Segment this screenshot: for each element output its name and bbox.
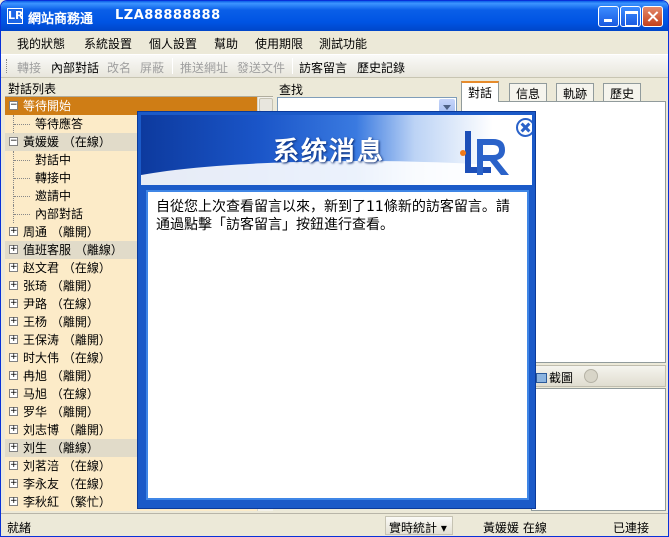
user-status: 黃媛媛 在線 (483, 521, 547, 535)
collapse-icon[interactable]: − (9, 101, 18, 110)
tree-item-label: 轉接中 (35, 171, 72, 185)
system-message-dialog: 系统消息 自從您上次查看留言以來，新到了11條新的訪客留言。請通過點擊「訪客留言… (137, 111, 536, 509)
app-logo-icon: LR (7, 8, 24, 24)
dialog-message: 自從您上次查看留言以來，新到了11條新的訪客留言。請通過點擊「訪客留言」按鈕進行… (146, 190, 529, 500)
account-id: LZA88888888 (115, 8, 221, 23)
app-window: LR 網站商務通 LZA88888888 我的狀態 系統設置 個人設置 幫助 使… (0, 0, 669, 537)
tree-item-label: 王杨 （離開） (23, 315, 99, 329)
menu-system-settings[interactable]: 系統設置 (84, 35, 132, 52)
search-label: 查找 (279, 83, 304, 97)
main-toolbar: 轉接 內部對話 改名 屏蔽 推送網址 發送文件 訪客留言 歷史記錄 (1, 54, 668, 78)
expand-icon[interactable]: + (9, 479, 18, 488)
expand-icon[interactable]: + (9, 461, 18, 470)
tree-connector (14, 214, 30, 215)
tree-item-label: 刘生 （離線） (23, 441, 99, 455)
expand-icon[interactable]: + (9, 497, 18, 506)
realtime-stats-dropdown[interactable]: 實時統計 ▾ (385, 516, 453, 535)
message-input[interactable] (531, 388, 666, 511)
maximize-button[interactable] (620, 6, 641, 27)
tree-item-label: 邀請中 (35, 189, 72, 203)
expand-icon[interactable]: + (9, 407, 18, 416)
menu-test-features[interactable]: 測試功能 (319, 35, 367, 52)
connection-status: 已連接 (613, 521, 650, 535)
expand-icon[interactable]: + (9, 425, 18, 434)
tree-item-label: 马旭 （在線） (23, 387, 99, 401)
detail-tabs: 對話 信息 軌跡 歷史 (461, 81, 666, 102)
expand-icon[interactable]: + (9, 371, 18, 380)
tree-item-label: 时大伟 （在線） (23, 351, 111, 365)
dialog-banner: 系统消息 (141, 115, 532, 185)
rename-button[interactable]: 改名 (107, 59, 131, 76)
tree-connector (14, 178, 30, 179)
tree-connector (14, 196, 30, 197)
toolbar-grip[interactable] (6, 59, 9, 73)
tab-history[interactable]: 歷史 (603, 83, 642, 101)
tree-item-label: 等待開始 (23, 99, 72, 113)
tree-item-label: 冉旭 （離開） (23, 369, 99, 383)
minimize-button[interactable] (598, 6, 619, 27)
expand-icon[interactable]: + (9, 443, 18, 452)
tree-item-label: 周通 （離開） (23, 225, 99, 239)
lr-logo-icon (460, 131, 509, 175)
tree-item-label: 李永友 （在線） (23, 477, 111, 491)
status-bar: 就緒 實時統計 ▾ 黃媛媛 在線 已連接 (1, 513, 668, 536)
tree-item-label: 罗华 （離開） (23, 405, 99, 419)
tree-item-label: 值班客服 （離線） (23, 243, 123, 257)
expand-icon[interactable]: + (9, 299, 18, 308)
screenshot-button[interactable]: 截圖 (536, 369, 573, 386)
tree-item-label: 张琦 （離開） (23, 279, 99, 293)
menu-bar: 我的狀態 系統設置 個人設置 幫助 使用期限 測試功能 (1, 31, 668, 53)
expand-icon[interactable]: + (9, 317, 18, 326)
dialog-title: 系统消息 (273, 137, 386, 167)
tab-trace[interactable]: 軌跡 (556, 83, 595, 101)
tree-item-label: 內部對話 (35, 207, 84, 221)
expand-icon[interactable]: + (9, 263, 18, 272)
dialog-close-button[interactable] (516, 118, 532, 137)
tree-item-label: 王保涛 （離開） (23, 333, 111, 347)
tree-item-label: 李秋紅 （繁忙） (23, 495, 111, 509)
toolbar-separator (292, 58, 293, 74)
menu-usage-period[interactable]: 使用期限 (255, 35, 303, 52)
expand-icon[interactable]: + (9, 245, 18, 254)
screenshot-label: 截圖 (549, 371, 574, 385)
visitor-messages-button[interactable]: 訪客留言 (299, 59, 347, 76)
close-window-button[interactable] (642, 6, 663, 27)
tree-item-label: 赵文君 （在線） (23, 261, 111, 275)
expand-icon[interactable]: + (9, 335, 18, 344)
tree-connector (14, 124, 30, 125)
tree-item-label: 尹路 （在線） (23, 297, 99, 311)
block-button[interactable]: 屏蔽 (140, 59, 164, 76)
conversation-list-header: 對話列表 (5, 80, 273, 97)
toolbar-separator (172, 58, 173, 74)
expand-icon[interactable]: + (9, 389, 18, 398)
status-ready: 就緒 (7, 521, 32, 535)
tree-item-label: 刘志博 （離開） (23, 423, 111, 437)
input-toolbar: 截圖 (531, 365, 666, 387)
title-bar[interactable]: LR 網站商務通 LZA88888888 (1, 1, 668, 31)
send-file-button[interactable]: 發送文件 (237, 59, 285, 76)
tab-conversation[interactable]: 對話 (461, 81, 500, 102)
menu-personal-settings[interactable]: 個人設置 (149, 35, 197, 52)
collapse-icon[interactable]: − (9, 137, 18, 146)
transfer-button[interactable]: 轉接 (17, 59, 41, 76)
tree-item-label: 黃媛媛 （在線） (23, 135, 111, 149)
push-url-button[interactable]: 推送網址 (180, 59, 228, 76)
tree-item-label: 等待應答 (35, 117, 84, 131)
scroll-up-button[interactable] (259, 98, 273, 112)
expand-icon[interactable]: + (9, 353, 18, 362)
window-title: 網站商務通 (28, 12, 94, 27)
stats-dropdown-label: 實時統計 (389, 521, 438, 535)
tab-info[interactable]: 信息 (509, 83, 548, 101)
screenshot-icon (536, 373, 547, 383)
tree-item-label: 對話中 (35, 153, 72, 167)
expand-icon[interactable]: + (9, 281, 18, 290)
menu-my-status[interactable]: 我的狀態 (17, 35, 65, 52)
tree-item-label: 刘茗涪 （在線） (23, 459, 111, 473)
history-button[interactable]: 歷史記錄 (357, 59, 405, 76)
tree-connector (14, 160, 30, 161)
emoticon-icon[interactable] (584, 369, 598, 383)
expand-icon[interactable]: + (9, 227, 18, 236)
menu-help[interactable]: 幫助 (214, 35, 238, 52)
internal-chat-button[interactable]: 內部對話 (51, 59, 99, 76)
